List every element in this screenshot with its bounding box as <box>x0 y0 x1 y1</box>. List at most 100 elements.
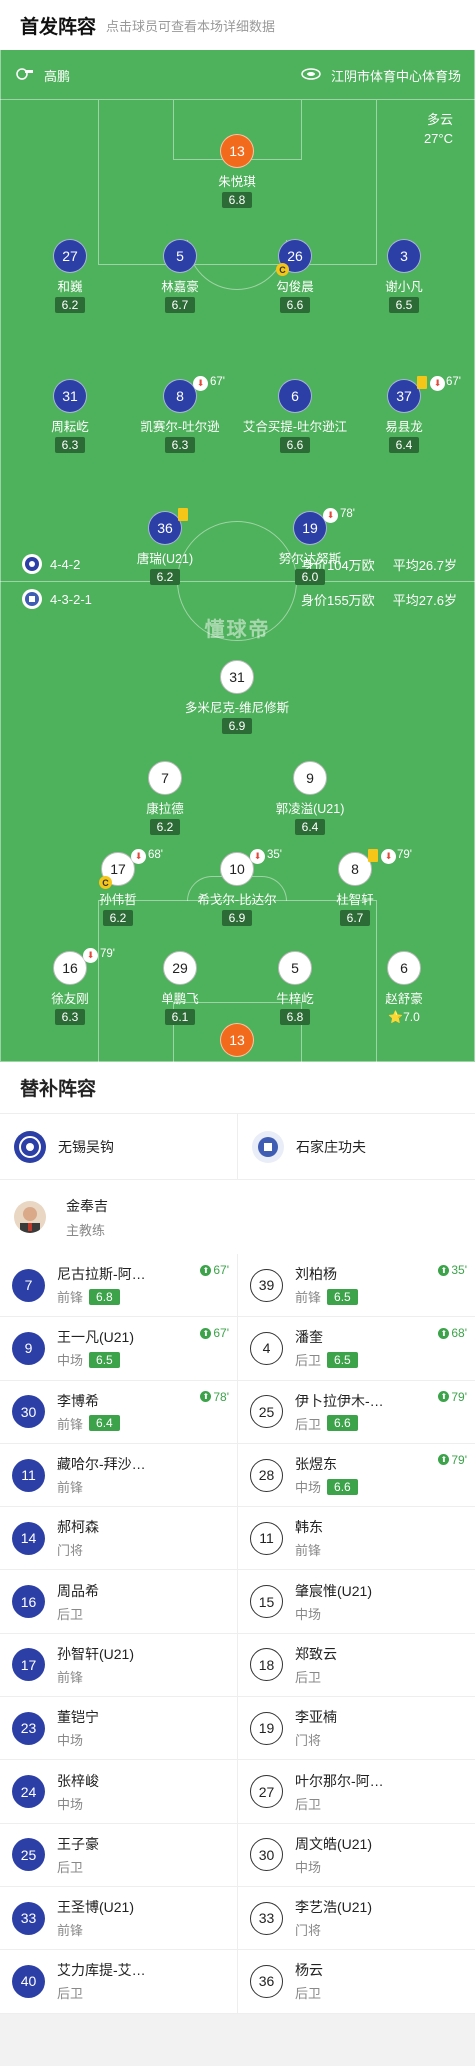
away-player[interactable]: 17 ⬇ 68' C 孙伟哲 6.2 <box>53 849 183 927</box>
home-player[interactable]: 13 朱悦琪 6.8 <box>172 134 302 209</box>
sub-player-row[interactable]: 27 叶尔那尔-阿… 后卫 <box>238 1760 475 1824</box>
pitch: 高鹏 江阴市体育中心体育场 多云 27°C 懂球帝 4-4-2 身价104万欧 … <box>0 50 475 1062</box>
away-player[interactable]: 6 赵舒豪 ⭐7.0 <box>339 951 469 1026</box>
player-number: 13 <box>229 143 245 159</box>
sub-position-row: 门将 <box>57 1540 99 1559</box>
substitutes-section: 替补阵容 无锡吴钩 石家庄功夫 金奉吉 主教练 7 尼古拉斯-阿… 前锋 6.8 ⬆ 67'… <box>0 1062 475 2014</box>
home-player[interactable]: 37 ⬇ 67' 易县龙 6.4 <box>339 376 469 454</box>
sub-position-row: 中场 <box>57 1794 99 1813</box>
sub-player-row[interactable]: 19 李亚楠 门将 <box>238 1697 475 1761</box>
player-rating-value: 6.6 <box>286 438 304 452</box>
sub-player-row[interactable]: 33 王圣博(U21) 前锋 <box>0 1887 237 1951</box>
sub-number: 25 <box>250 1395 283 1429</box>
sub-player-row[interactable]: 33 李艺浩(U21) 门将 <box>238 1887 475 1951</box>
yellow-card-icon <box>178 508 188 521</box>
sub-name: 刘柏杨 <box>295 1266 337 1283</box>
coach-avatar <box>14 1201 46 1233</box>
sub-name: 伊卜拉伊木-… <box>295 1392 384 1409</box>
sub-player-row[interactable]: 23 董铠宁 中场 <box>0 1697 237 1761</box>
player-rating: 6.3 <box>164 437 196 453</box>
sub-info: 艾力库提-艾… 后卫 <box>57 1960 146 2002</box>
sub-player-row[interactable]: 25 伊卜拉伊木-… 后卫 6.6 ⬆ 79' <box>238 1381 475 1444</box>
sub-position: 前锋 <box>57 1669 84 1685</box>
home-team[interactable]: 无锡吴钩 <box>0 1114 238 1179</box>
sub-in-time: 79' <box>451 1452 467 1467</box>
sub-player-row[interactable]: 24 张梓峻 中场 <box>0 1760 237 1824</box>
sub-player-row[interactable]: 36 杨云 后卫 <box>238 1950 475 2014</box>
player-rating: ⭐7.0 <box>388 1009 420 1025</box>
home-player[interactable]: 19 ⬇ 78' 努尔达努斯 6.0 <box>245 508 375 586</box>
sub-number: 11 <box>250 1521 283 1555</box>
player-number: 8 <box>176 388 184 404</box>
sub-info: 周文皓(U21) 中场 <box>295 1834 372 1876</box>
away-player[interactable]: 8 ⬇ 79' 杜智轩 6.7 <box>290 849 420 927</box>
sub-info: 藏哈尔-拜沙… 前锋 <box>57 1454 146 1496</box>
sub-player-row[interactable]: 7 尼古拉斯-阿… 前锋 6.8 ⬆ 67' <box>0 1254 237 1318</box>
sub-number: 15 <box>250 1585 283 1619</box>
sub-player-row[interactable]: 18 郑致云 后卫 <box>238 1634 475 1698</box>
sub-player-row[interactable]: 15 肇宸惟(U21) 中场 <box>238 1570 475 1634</box>
sub-player-row[interactable]: 14 郝柯森 门将 <box>0 1507 237 1571</box>
player-number-badge: 17 ⬇ 68' C <box>99 849 163 889</box>
sub-player-row[interactable]: 4 潘奎 后卫 6.5 ⬆ 68' <box>238 1317 475 1381</box>
sub-player-row[interactable]: 25 王子豪 后卫 <box>0 1824 237 1887</box>
away-player[interactable]: 13李学博7.0 <box>172 1023 302 1062</box>
player-name: 郭凌溢(U21) <box>275 802 345 816</box>
player-number-badge: 9 <box>293 761 327 795</box>
sub-player-row[interactable]: 30 周文皓(U21) 中场 <box>238 1824 475 1887</box>
sub-name: 王一凡(U21) <box>57 1329 135 1346</box>
sub-player-row[interactable]: 11 藏哈尔-拜沙… 前锋 <box>0 1444 237 1508</box>
player-number: 26 <box>287 248 303 264</box>
sub-player-row[interactable]: 30 李博希 前锋 6.4 ⬆ 78' <box>0 1381 237 1444</box>
player-rating-value: 6.2 <box>61 298 79 312</box>
home-team-name: 无锡吴钩 <box>58 1138 114 1155</box>
sub-position-row: 后卫 <box>295 1667 337 1686</box>
coach-row[interactable]: 金奉吉 主教练 <box>0 1180 475 1254</box>
sub-rating: 6.6 <box>327 1478 358 1495</box>
sub-off-icon: ⬇ <box>250 849 265 864</box>
sub-in-time: 67' <box>213 1326 229 1341</box>
player-name: 朱悦琪 <box>218 175 256 189</box>
sub-in-icon: ⬆ <box>438 1454 450 1466</box>
away-player[interactable]: 7 康拉德 6.2 <box>100 761 230 836</box>
sub-position: 前锋 <box>295 1543 322 1559</box>
player-rating: 6.9 <box>221 718 253 734</box>
sub-position: 中场 <box>57 1796 84 1812</box>
away-player[interactable]: 10 ⬇ 35' 希戈尔-比达尔 6.9 <box>172 849 302 927</box>
player-number: 16 <box>62 960 78 976</box>
sub-name: 张梓峻 <box>57 1772 99 1789</box>
player-number: 9 <box>306 770 314 786</box>
home-player[interactable]: 3 谢小凡 6.5 <box>339 239 469 314</box>
sub-number: 30 <box>250 1838 283 1872</box>
sub-player-row[interactable]: 11 韩东 前锋 <box>238 1507 475 1571</box>
away-formation-row: 4-3-2-1 身价155万欧 平均27.6岁 <box>22 588 457 610</box>
away-player[interactable]: 9 郭凌溢(U21) 6.4 <box>245 761 375 836</box>
player-number-badge: 7 <box>148 761 182 795</box>
player-name: 单鹏飞 <box>161 992 199 1006</box>
away-player[interactable]: 29 单鹏飞 6.1 <box>115 951 245 1026</box>
player-number: 13 <box>229 1032 245 1048</box>
sub-position: 后卫 <box>295 1796 322 1812</box>
home-player[interactable]: 36 唐瑞(U21) 6.2 <box>100 508 230 586</box>
sub-position: 后卫 <box>295 1353 322 1369</box>
sub-player-row[interactable]: 17 孙智轩(U21) 前锋 <box>0 1634 237 1698</box>
player-number: 29 <box>172 960 188 976</box>
sub-player-row[interactable]: 40 艾力库提-艾… 后卫 <box>0 1950 237 2014</box>
home-player[interactable]: 5 林嘉豪 6.7 <box>115 239 245 314</box>
sub-name: 艾力库提-艾… <box>57 1962 146 1979</box>
player-name: 杜智轩 <box>336 893 374 907</box>
away-value: 身价155万欧 <box>300 592 375 608</box>
sub-off-icon: ⬇ <box>381 849 396 864</box>
sub-player-row[interactable]: 28 张煜东 中场 6.6 ⬆ 79' <box>238 1444 475 1508</box>
away-formation: 4-3-2-1 <box>50 591 92 607</box>
sub-player-row[interactable]: 16 周品希 后卫 <box>0 1570 237 1634</box>
player-name: 谢小凡 <box>385 280 423 294</box>
away-player[interactable]: 31 多米尼克-维尼修斯 6.9 <box>172 660 302 735</box>
player-rating: 6.8 <box>221 192 253 208</box>
home-player[interactable]: 8 ⬇ 67' 凯赛尔-吐尔逊 6.3 <box>115 376 245 454</box>
player-rating-value: 6.4 <box>301 820 319 834</box>
sub-player-row[interactable]: 9 王一凡(U21) 中场 6.5 ⬆ 67' <box>0 1317 237 1381</box>
away-team[interactable]: 石家庄功夫 <box>238 1114 475 1179</box>
sub-player-row[interactable]: 39 刘柏杨 前锋 6.5 ⬆ 35' <box>238 1254 475 1318</box>
player-rating-value: 6.9 <box>228 911 246 925</box>
